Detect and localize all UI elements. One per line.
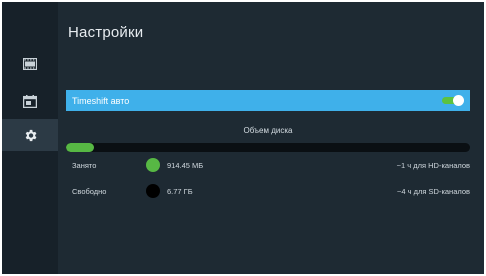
sidebar-item-schedule[interactable] (2, 85, 58, 117)
toggle-knob (453, 95, 464, 106)
film-icon (23, 58, 37, 70)
disk-free-label: Свободно (72, 186, 107, 196)
gear-icon (23, 128, 38, 143)
calendar-icon (23, 94, 37, 108)
disk-free-row: Свободно 6.77 ГБ ~4 ч для SD-каналов (72, 183, 470, 199)
tv-screen: Настройки Timeshift авто Объем диска Зан… (2, 2, 484, 274)
disk-free-dot (146, 184, 160, 198)
disk-used-value: 914.45 МБ (167, 160, 204, 170)
timeshift-auto-row[interactable]: Timeshift авто (66, 90, 470, 111)
page-title: Настройки (68, 24, 144, 41)
sidebar (2, 2, 58, 274)
sidebar-item-films[interactable] (2, 48, 58, 80)
settings-panel: Настройки Timeshift авто Объем диска Зан… (58, 2, 484, 274)
timeshift-auto-toggle[interactable] (442, 95, 464, 106)
sidebar-item-settings[interactable] (2, 119, 58, 151)
disk-used-hint: ~1 ч для HD-каналов (396, 160, 470, 170)
disk-used-label: Занято (72, 160, 97, 170)
disk-usage-bar (66, 143, 470, 152)
disk-used-dot (146, 158, 160, 172)
disk-used-row: Занято 914.45 МБ ~1 ч для HD-каналов (72, 157, 470, 173)
disk-free-value: 6.77 ГБ (167, 186, 193, 196)
disk-free-hint: ~4 ч для SD-каналов (397, 186, 470, 196)
disk-volume-title: Объем диска (243, 126, 293, 135)
timeshift-auto-label: Timeshift авто (72, 95, 130, 106)
disk-usage-fill (66, 143, 95, 152)
